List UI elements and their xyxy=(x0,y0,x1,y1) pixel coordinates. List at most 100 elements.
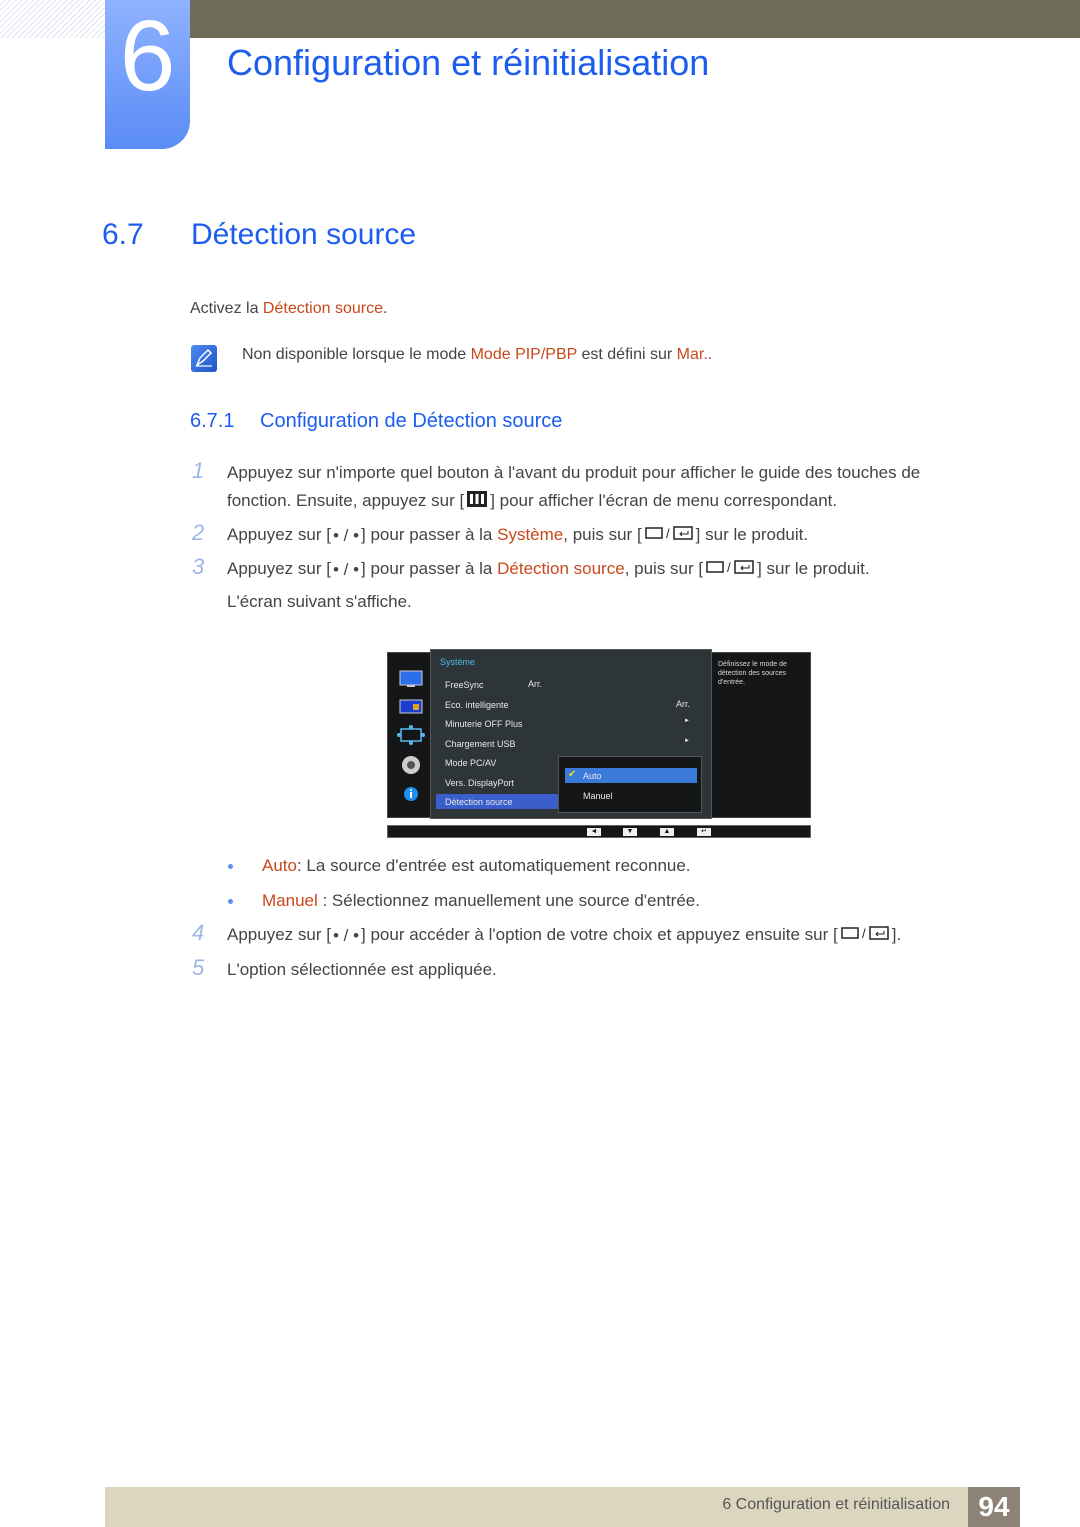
note-icon xyxy=(191,345,217,372)
page-number: 94 xyxy=(968,1487,1020,1527)
chapter-number: 6 xyxy=(119,0,176,112)
header-hatch xyxy=(0,0,105,38)
subsection-number: 6.7.1 xyxy=(190,410,235,432)
footer-chapter: 6 Configuration et réinitialisation xyxy=(722,1496,950,1513)
step-highlight: Système xyxy=(497,525,564,544)
osd-item-detection-source[interactable]: Détection source xyxy=(436,794,558,809)
osd-option-auto[interactable]: ✔ Auto xyxy=(565,768,697,783)
intro-prefix: Activez la xyxy=(190,300,263,317)
intro-text: Activez la Détection source. xyxy=(190,300,387,318)
pip-icon xyxy=(399,699,423,714)
osd-item-minuterie[interactable]: Minuterie OFF Plus ► xyxy=(436,716,706,731)
step-number: 3 xyxy=(192,554,205,579)
step-number: 5 xyxy=(192,955,205,980)
arrow-right-icon: ► xyxy=(684,718,690,724)
step-part: ] sur le produit. xyxy=(757,559,870,578)
section-title: 6.7 Détection source xyxy=(102,218,416,252)
note-part: . xyxy=(707,346,713,363)
svg-text:/: / xyxy=(862,926,866,941)
step-part: Appuyez sur [ xyxy=(227,525,331,544)
chapter-tab: 6 xyxy=(105,0,190,149)
option-manuel-text: Manuel : Sélectionnez manuellement une s… xyxy=(262,891,700,911)
osd-item-pcav[interactable]: Mode PC/AV xyxy=(436,755,558,770)
step-text: L'option sélectionnée est appliquée. xyxy=(227,960,497,979)
option-desc: : Sélectionnez manuellement une source d… xyxy=(317,891,700,910)
osd-option-label: Auto xyxy=(583,771,602,781)
step-part: fonction. Ensuite, appuyez sur [ xyxy=(227,490,465,510)
note-text: Non disponible lorsque le mode Mode PIP/… xyxy=(242,346,712,364)
osd-item-label: FreeSync xyxy=(445,680,484,690)
step-part: ] pour accéder à l'option de votre choix… xyxy=(361,925,838,944)
step-text: fonction. Ensuite, appuyez sur [ ] pour a… xyxy=(227,490,837,513)
up-down-key-icon: • / • xyxy=(332,525,360,545)
left-arrow-icon[interactable]: ◄ xyxy=(587,828,601,836)
page-footer: 6 Configuration et réinitialisation 94 xyxy=(105,1487,1020,1527)
osd-item-label: Eco. intelligente xyxy=(445,700,509,710)
bullet xyxy=(228,899,233,904)
osd-item-usb[interactable]: Chargement USB ► xyxy=(436,736,706,751)
enter-icon[interactable]: ↵ xyxy=(697,828,711,836)
arrow-right-icon: ► xyxy=(684,738,690,744)
step-text: Appuyez sur [• / •] pour passer à la Dét… xyxy=(227,559,870,580)
down-arrow-icon[interactable]: ▼ xyxy=(623,828,637,836)
osd-menu-title: Système xyxy=(440,657,476,667)
option-label: Manuel xyxy=(262,891,318,910)
osd-button-bar: ◄ ▼ ▲ ↵ xyxy=(387,825,811,838)
step-part: ] pour afficher l'écran de menu correspo… xyxy=(490,490,838,510)
step-part: , puis sur [ xyxy=(624,559,704,578)
osd-item-label: Chargement USB xyxy=(445,739,516,749)
intro-suffix: . xyxy=(382,300,388,317)
step-text: Appuyez sur [• / •] pour accéder à l'opt… xyxy=(227,925,901,946)
note-part: est défini sur xyxy=(577,346,677,363)
source-enter-key-icon: / xyxy=(840,925,890,946)
osd-item-eco[interactable]: Eco. intelligente Arr. xyxy=(436,697,706,712)
chapter-title: Configuration et réinitialisation xyxy=(227,42,710,83)
step-number: 4 xyxy=(192,920,205,945)
step-part: ]. xyxy=(891,925,902,944)
step-text: L'écran suivant s'affiche. xyxy=(227,592,412,611)
osd-help-text: Définissez le mode de détection des sour… xyxy=(718,661,787,686)
up-arrow-icon[interactable]: ▲ xyxy=(660,828,674,836)
svg-text:/: / xyxy=(727,560,731,575)
info-icon xyxy=(404,787,418,801)
step-part: ] sur le produit. xyxy=(695,525,809,544)
step-part: , puis sur [ xyxy=(563,525,642,544)
subsection-title-text: Configuration de Détection source xyxy=(260,410,563,432)
osd-item-label: Minuterie OFF Plus xyxy=(445,719,523,729)
up-down-key-icon: • / • xyxy=(332,559,360,579)
intro-highlight: Détection source xyxy=(262,300,383,317)
option-label: Auto xyxy=(262,856,297,875)
step-number: 2 xyxy=(192,520,205,545)
step-part: Appuyez sur [ xyxy=(227,925,331,944)
up-down-key-icon: • / • xyxy=(332,925,360,945)
note-highlight: Mode PIP/PBP xyxy=(470,346,578,363)
option-desc: : La source d'entrée est automatiquement… xyxy=(296,856,691,875)
position-icon xyxy=(397,725,425,745)
menu-key-icon xyxy=(466,490,488,513)
step-highlight: Détection source xyxy=(497,559,625,578)
osd-item-value: Arr. xyxy=(675,699,690,709)
step-text: Appuyez sur n'importe quel bouton à l'av… xyxy=(227,463,921,482)
osd-item-value: Arr. xyxy=(527,679,542,689)
gear-icon xyxy=(402,756,420,774)
svg-text:/: / xyxy=(666,526,670,541)
checkmark-icon: ✔ xyxy=(568,769,577,780)
source-enter-key-icon: / xyxy=(644,525,694,546)
osd-item-displayport[interactable]: Vers. DisplayPort xyxy=(436,775,558,790)
step-part: ] pour passer à la xyxy=(361,525,498,544)
subsection-title: 6.7.1 Configuration de Détection source xyxy=(190,410,562,433)
step-part: Appuyez sur [ xyxy=(227,559,331,578)
header-bar xyxy=(190,0,1080,38)
note-highlight: Mar. xyxy=(676,346,708,363)
osd-submenu: ✔ Auto Manuel xyxy=(558,756,702,813)
note-part: Non disponible lorsque le mode xyxy=(242,346,471,363)
osd-icon-column xyxy=(397,670,425,801)
osd-item-freesync[interactable]: FreeSync Arr. xyxy=(436,677,558,692)
section-number: 6.7 xyxy=(102,218,144,251)
option-auto-text: Auto: La source d'entrée est automatique… xyxy=(262,856,691,876)
step-text: Appuyez sur [• / •] pour passer à la Sys… xyxy=(227,525,808,546)
osd-option-manuel[interactable]: Manuel xyxy=(565,788,697,803)
step-number: 1 xyxy=(192,458,205,483)
step-part: ] pour passer à la xyxy=(361,559,498,578)
source-enter-key-icon: / xyxy=(705,559,755,580)
